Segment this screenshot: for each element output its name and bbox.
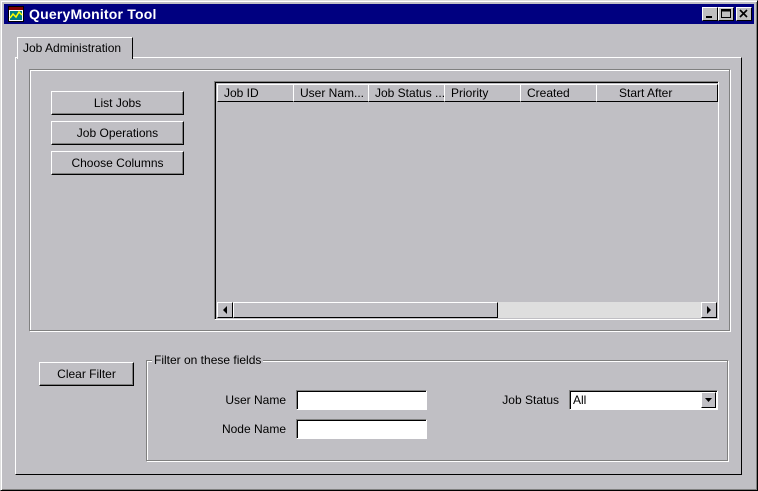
- user-name-label: User Name: [225, 393, 286, 407]
- user-name-input[interactable]: [296, 390, 427, 410]
- title-bar[interactable]: QueryMonitor Tool: [4, 4, 754, 24]
- jobs-table[interactable]: Job ID User Nam... Job Status ... Priori…: [214, 81, 719, 320]
- querymonitor-window: QueryMonitor Tool Job Administration Lis…: [0, 0, 758, 491]
- list-jobs-button[interactable]: List Jobs: [51, 91, 184, 115]
- tab-label: Job Administration: [23, 41, 122, 55]
- scroll-left-button[interactable]: [217, 302, 233, 318]
- job-status-label: Job Status: [502, 393, 559, 407]
- jobs-table-viewport[interactable]: Job ID User Nam... Job Status ... Priori…: [215, 82, 718, 319]
- job-status-dropdown-button[interactable]: [701, 392, 716, 408]
- close-button[interactable]: [736, 7, 752, 21]
- minimize-icon: [706, 16, 712, 18]
- job-status-selected-value: All: [573, 393, 587, 407]
- tab-job-administration[interactable]: Job Administration: [17, 37, 133, 59]
- column-header-created[interactable]: Created: [520, 84, 598, 102]
- window-title: QueryMonitor Tool: [29, 6, 157, 22]
- node-name-label: Node Name: [221, 422, 286, 436]
- column-header-job-status[interactable]: Job Status ...: [368, 84, 446, 102]
- column-header-priority[interactable]: Priority: [444, 84, 522, 102]
- node-name-input[interactable]: [296, 419, 427, 439]
- app-icon: [8, 6, 24, 22]
- job-status-select[interactable]: All: [569, 390, 718, 410]
- close-icon: [739, 9, 748, 18]
- minimize-button[interactable]: [702, 7, 718, 21]
- clear-filter-button[interactable]: Clear Filter: [39, 362, 134, 386]
- scroll-right-button[interactable]: [701, 302, 717, 318]
- arrow-left-icon: [223, 306, 227, 314]
- choose-columns-button[interactable]: Choose Columns: [51, 151, 184, 175]
- filter-groupbox: [146, 360, 728, 461]
- maximize-button[interactable]: [718, 7, 734, 21]
- column-header-start-after[interactable]: Start After: [596, 84, 718, 102]
- maximize-icon: [721, 9, 731, 18]
- chevron-down-icon: [705, 398, 712, 402]
- filter-legend: Filter on these fields: [152, 353, 264, 367]
- column-header-user-name[interactable]: User Nam...: [293, 84, 370, 102]
- arrow-right-icon: [707, 306, 711, 314]
- job-operations-button[interactable]: Job Operations: [51, 121, 184, 145]
- horizontal-scrollbar[interactable]: [217, 302, 717, 318]
- scroll-thumb[interactable]: [233, 302, 498, 318]
- column-header-job-id[interactable]: Job ID: [217, 84, 295, 102]
